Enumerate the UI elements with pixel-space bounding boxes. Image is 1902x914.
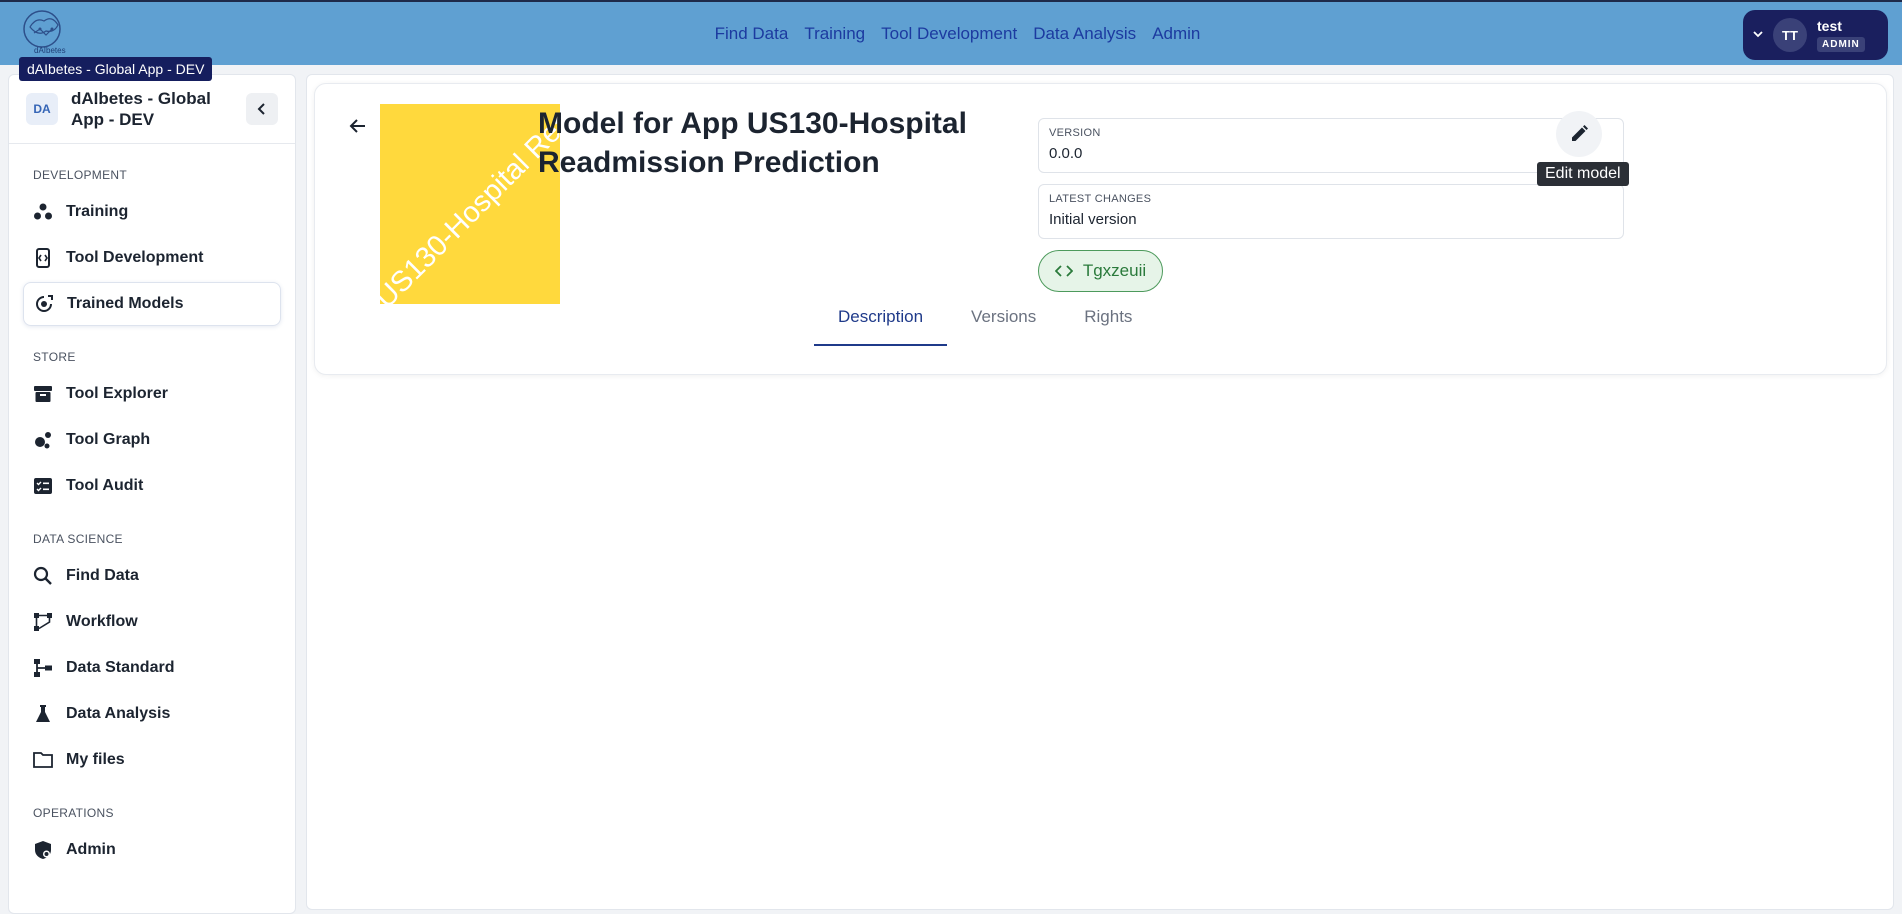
tab-description[interactable]: Description: [814, 306, 948, 346]
sidebar-item-label: Trained Models: [67, 295, 184, 312]
user-meta: test ADMIN: [1817, 18, 1865, 52]
sidebar-item-tool-development[interactable]: Tool Development: [23, 236, 281, 280]
archive-icon: [33, 384, 53, 404]
folder-icon: [33, 750, 53, 770]
edit-model-button[interactable]: [1556, 111, 1602, 157]
sidebar-item-tool-graph[interactable]: Tool Graph: [23, 418, 281, 462]
sidebar-item-my-files[interactable]: My files: [23, 738, 281, 782]
sidebar-item-workflow[interactable]: Workflow: [23, 600, 281, 644]
latest-changes-field: LATEST CHANGES Initial version: [1038, 184, 1624, 239]
checklist-icon: [33, 476, 53, 496]
back-button[interactable]: [343, 111, 373, 141]
edit-model-tooltip: Edit model: [1537, 162, 1629, 186]
model-header-card: US130-Hospital Readmission Model for App…: [314, 83, 1887, 375]
code-icon: [1054, 265, 1073, 277]
app-badge: DA: [26, 93, 58, 125]
shield-icon: [33, 840, 53, 860]
chevron-down-icon: [1743, 27, 1773, 43]
version-value: 0.0.0: [1049, 145, 1083, 162]
section-store: STORE: [33, 350, 76, 364]
sidebar-item-tool-audit[interactable]: Tool Audit: [23, 464, 281, 508]
sidebar-item-label: My files: [66, 751, 125, 768]
section-data-science: DATA SCIENCE: [33, 532, 123, 546]
chevron-left-icon: [257, 103, 265, 115]
sidebar-item-label: Data Standard: [66, 659, 175, 676]
workflow-icon: [33, 612, 53, 632]
sidebar-item-label: Tool Development: [66, 249, 204, 266]
page-title: Model for App US130-Hospital Readmission…: [538, 107, 967, 179]
code-tag-chip[interactable]: Tgxzeuii: [1038, 250, 1163, 292]
section-development: DEVELOPMENT: [33, 168, 127, 182]
search-icon: [33, 566, 53, 586]
hierarchy-icon: [33, 658, 53, 678]
graph-icon: [33, 430, 53, 450]
sidebar-item-label: Tool Graph: [66, 431, 151, 448]
sidebar: DA dAIbetes - Global App - DEV DEVELOPME…: [8, 74, 296, 914]
user-name: test: [1817, 18, 1842, 34]
sidebar-app-title: dAIbetes - Global App - DEV: [71, 89, 211, 129]
main-content: US130-Hospital Readmission Model for App…: [306, 74, 1894, 910]
top-bar: dAIbetes Find Data Training Tool Develop…: [0, 0, 1902, 65]
sidebar-item-label: Tool Audit: [66, 477, 144, 494]
tag-label: Tgxzeuii: [1082, 261, 1147, 280]
sidebar-item-label: Tool Explorer: [66, 385, 168, 402]
tab-rights[interactable]: Rights: [1060, 306, 1156, 346]
sidebar-item-label: Training: [66, 203, 129, 220]
top-navigation: Find Data Training Tool Development Data…: [0, 2, 1902, 67]
sidebar-item-label: Admin: [66, 841, 116, 858]
sidebar-item-tool-explorer[interactable]: Tool Explorer: [23, 372, 281, 416]
arrow-left-icon: [349, 119, 365, 133]
training-icon: [33, 202, 53, 222]
sidebar-item-find-data[interactable]: Find Data: [23, 554, 281, 598]
topnav-find-data[interactable]: Find Data: [715, 24, 789, 44]
tool-development-icon: [33, 248, 53, 268]
logo-text: dAIbetes: [34, 46, 66, 55]
sidebar-item-label: Workflow: [66, 613, 138, 630]
app-name-tooltip: dAIbetes - Global App - DEV: [19, 57, 213, 81]
sidebar-header: DA dAIbetes - Global App - DEV: [9, 75, 295, 144]
topnav-tool-development[interactable]: Tool Development: [881, 24, 1017, 44]
collapse-sidebar-button[interactable]: [246, 93, 278, 125]
trained-models-icon: [34, 294, 54, 314]
latest-changes-label: LATEST CHANGES: [1049, 193, 1152, 205]
topnav-data-analysis[interactable]: Data Analysis: [1033, 24, 1136, 44]
role-badge: ADMIN: [1817, 37, 1865, 52]
sidebar-item-label: Find Data: [66, 567, 139, 584]
topnav-training[interactable]: Training: [804, 24, 865, 44]
sidebar-item-data-standard[interactable]: Data Standard: [23, 646, 281, 690]
sidebar-item-training[interactable]: Training: [23, 190, 281, 234]
avatar: TT: [1773, 18, 1807, 52]
flask-icon: [33, 704, 53, 724]
thumbnail-text: US130-Hospital Readmission: [380, 104, 560, 304]
model-thumbnail: US130-Hospital Readmission: [380, 104, 560, 304]
section-operations: OPERATIONS: [33, 806, 114, 820]
version-label: VERSION: [1049, 127, 1101, 139]
user-menu[interactable]: TT test ADMIN: [1743, 10, 1888, 60]
sidebar-item-label: Data Analysis: [66, 705, 171, 722]
model-tabs: Description Versions Rights: [814, 306, 1156, 346]
sidebar-item-admin[interactable]: Admin: [23, 828, 281, 872]
sidebar-item-data-analysis[interactable]: Data Analysis: [23, 692, 281, 736]
pencil-icon: [1572, 125, 1588, 141]
topnav-admin[interactable]: Admin: [1152, 24, 1200, 44]
sidebar-item-trained-models[interactable]: Trained Models: [23, 282, 281, 326]
tab-versions[interactable]: Versions: [947, 306, 1060, 346]
latest-changes-value: Initial version: [1049, 211, 1137, 228]
